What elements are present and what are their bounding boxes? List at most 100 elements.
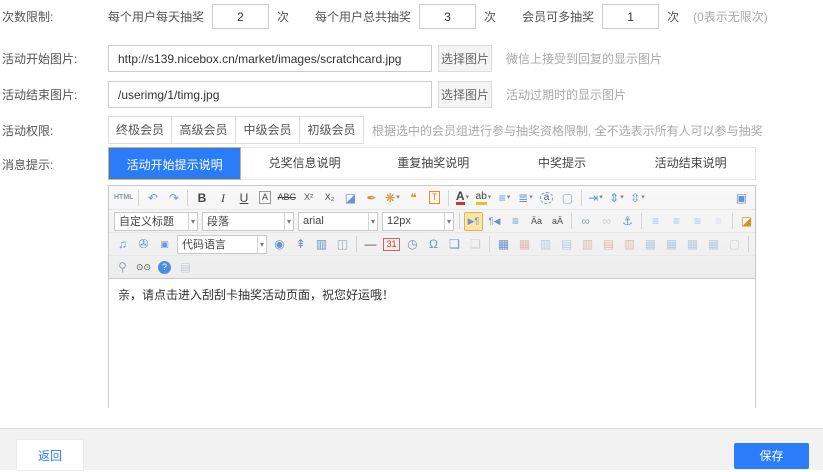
unlink-icon: ∞ bbox=[597, 212, 616, 231]
pagebreak-icon[interactable]: ⇞ bbox=[291, 235, 310, 254]
total-input[interactable] bbox=[419, 4, 476, 29]
total-unit: 次 bbox=[484, 8, 496, 25]
member-group-1[interactable]: 终极会员 bbox=[108, 116, 172, 144]
format-brush-icon[interactable]: ✒ bbox=[362, 188, 381, 207]
link-icon[interactable]: ∞ bbox=[576, 212, 595, 231]
member-group-4[interactable]: 初级会员 bbox=[300, 116, 364, 144]
html-source-icon[interactable]: HTML bbox=[113, 188, 134, 207]
paragraph-indent-icon[interactable]: ≡ bbox=[506, 212, 525, 231]
undo-icon[interactable]: ↶ bbox=[143, 188, 162, 207]
image-icon[interactable]: ◪ bbox=[737, 212, 755, 231]
align-left-icon[interactable]: ≡ bbox=[646, 212, 665, 231]
member-extra-unit: 次 bbox=[667, 8, 679, 25]
font-family-select[interactable]: arial▾ bbox=[298, 212, 378, 231]
member-extra-input[interactable] bbox=[602, 4, 659, 29]
preview-icon[interactable]: ⚲ bbox=[113, 258, 132, 277]
font-family-select-value: arial bbox=[303, 215, 324, 227]
message-tabbar: 活动开始提示说明兑奖信息说明重复抽奖说明中奖提示活动结束说明 bbox=[108, 147, 756, 180]
message-tab-2[interactable]: 兑奖信息说明 bbox=[240, 148, 369, 179]
align-right-icon[interactable]: ≡ bbox=[688, 212, 707, 231]
merge-down-icon: ▦ bbox=[662, 235, 681, 254]
time-icon[interactable]: ◷ bbox=[403, 235, 422, 254]
anchor-icon[interactable]: a bbox=[537, 188, 556, 207]
strikethrough-icon[interactable]: ABC bbox=[276, 188, 297, 207]
snapscreen-icon[interactable]: ◫ bbox=[333, 235, 352, 254]
font-size-select[interactable]: 12px ▾ bbox=[382, 212, 454, 231]
ordered-list-icon[interactable]: ≡▾ bbox=[495, 188, 514, 207]
chevron-down-icon: ▾ bbox=[641, 194, 645, 201]
bold-icon[interactable]: B bbox=[192, 188, 211, 207]
back-button[interactable]: 返回 bbox=[16, 439, 84, 471]
member-group-3[interactable]: 中级会员 bbox=[236, 116, 300, 144]
permission-label: 活动权限: bbox=[2, 122, 108, 139]
lowercase-icon[interactable]: aÄ bbox=[548, 212, 567, 231]
horizontal-rule-icon[interactable]: — bbox=[361, 235, 380, 254]
editor-content[interactable]: 亲，请点击进入刮刮卡抽奖活动页面，祝您好运哦！ bbox=[109, 279, 755, 409]
toolbar-separator bbox=[489, 236, 490, 252]
fullscreen-icon[interactable]: ▣ bbox=[732, 188, 751, 207]
limits-label: 次数限制: bbox=[2, 8, 108, 25]
message-tab-5[interactable]: 活动结束说明 bbox=[626, 148, 755, 179]
highlight-color-icon[interactable]: ab▾ bbox=[474, 188, 493, 207]
date-icon[interactable]: 31 bbox=[382, 235, 401, 254]
anchor-insert-icon[interactable]: ⚓ bbox=[618, 212, 637, 231]
save-button[interactable]: 保存 bbox=[734, 443, 809, 469]
italic-icon[interactable]: I bbox=[213, 188, 232, 207]
message-tabs-row: 消息提示: bbox=[2, 150, 108, 178]
member-group-2[interactable]: 高级会员 bbox=[172, 116, 236, 144]
font-size-select-value: 12px bbox=[387, 215, 411, 227]
find-replace-icon[interactable]: ⊙⊙ bbox=[134, 258, 153, 277]
message-tab-3[interactable]: 重复抽奖说明 bbox=[369, 148, 498, 179]
underline-icon[interactable]: U bbox=[234, 188, 253, 207]
chevron-down-icon: ▾ bbox=[599, 194, 603, 201]
member-extra-label: 会员可多抽奖 bbox=[522, 8, 594, 25]
char-border-icon[interactable]: A bbox=[255, 188, 274, 207]
map-icon[interactable]: ❏ bbox=[445, 235, 464, 254]
print-icon[interactable]: ⊟ bbox=[753, 235, 755, 254]
special-char-icon[interactable]: Ω bbox=[424, 235, 443, 254]
custom-title-select-value: 自定义标题 bbox=[119, 213, 174, 229]
per-day-input[interactable] bbox=[212, 4, 269, 29]
toolbar-separator bbox=[748, 236, 749, 252]
custom-title-select[interactable]: 自定义标题 ▾ bbox=[114, 212, 198, 231]
chevron-down-icon: ▾ bbox=[620, 194, 624, 201]
start-image-pick-button[interactable]: 选择图片 bbox=[438, 45, 492, 72]
chevron-down-icon: ▾ bbox=[188, 213, 197, 230]
subscript-icon[interactable]: X₂ bbox=[320, 188, 339, 207]
toolbar-separator bbox=[732, 213, 733, 229]
indent-icon[interactable]: ⇥▾ bbox=[586, 188, 605, 207]
paste-plain-icon[interactable]: T bbox=[425, 188, 444, 207]
insert-iframe-icon[interactable]: ▥ bbox=[312, 235, 331, 254]
chevron-down-icon: ▾ bbox=[444, 213, 453, 230]
end-image-input[interactable] bbox=[108, 81, 432, 108]
redo-icon[interactable]: ↷ bbox=[164, 188, 183, 207]
code-language-select[interactable]: 代码语言▾ bbox=[177, 235, 267, 254]
start-image-input[interactable] bbox=[108, 45, 432, 72]
insert-code-icon[interactable]: ◉ bbox=[270, 235, 289, 254]
help-icon[interactable]: ? bbox=[155, 258, 174, 277]
align-center-icon[interactable]: ≡ bbox=[667, 212, 686, 231]
limits-row: 次数限制: 每个用户每天抽奖 次 每个用户总共抽奖 次 会员可多抽奖 次 (0表… bbox=[2, 3, 822, 30]
ltr-paragraph-icon[interactable]: ▶¶ bbox=[464, 212, 483, 231]
attachment-icon[interactable]: ✇ bbox=[134, 235, 153, 254]
insert-table-icon[interactable]: ▦ bbox=[494, 235, 513, 254]
music-icon[interactable]: ♫ bbox=[113, 235, 132, 254]
auto-typeset-icon[interactable]: ❋▾ bbox=[383, 188, 402, 207]
message-tab-1[interactable]: 活动开始提示说明 bbox=[108, 147, 241, 180]
bullet-list-icon[interactable]: ≣▾ bbox=[516, 188, 535, 207]
superscript-icon[interactable]: X² bbox=[299, 188, 318, 207]
format-eraser-icon[interactable]: ◪ bbox=[341, 188, 360, 207]
insert-file-icon[interactable]: ▣ bbox=[155, 235, 174, 254]
end-image-pick-button[interactable]: 选择图片 bbox=[438, 81, 492, 108]
paragraph-spacing-icon[interactable]: ⇳▾ bbox=[628, 188, 647, 207]
paragraph-select[interactable]: 段落▾ bbox=[202, 212, 294, 231]
line-height-icon[interactable]: ⇕▾ bbox=[607, 188, 626, 207]
font-color-icon[interactable]: A▾ bbox=[453, 188, 472, 207]
uppercase-icon[interactable]: Äa bbox=[527, 212, 546, 231]
blockquote-icon[interactable]: ❝ bbox=[404, 188, 423, 207]
chevron-down-icon: ▾ bbox=[488, 194, 492, 201]
blank-doc-icon[interactable]: ▢ bbox=[558, 188, 577, 207]
rtl-paragraph-icon[interactable]: ¶◀ bbox=[485, 212, 504, 231]
rich-text-editor: HTML↶↷BIUAABCX²X₂◪✒❋▾❝TA▾ab▾≡▾≣▾a▢⇥▾⇕▾⇳▾… bbox=[108, 185, 756, 408]
message-tab-4[interactable]: 中奖提示 bbox=[498, 148, 627, 179]
